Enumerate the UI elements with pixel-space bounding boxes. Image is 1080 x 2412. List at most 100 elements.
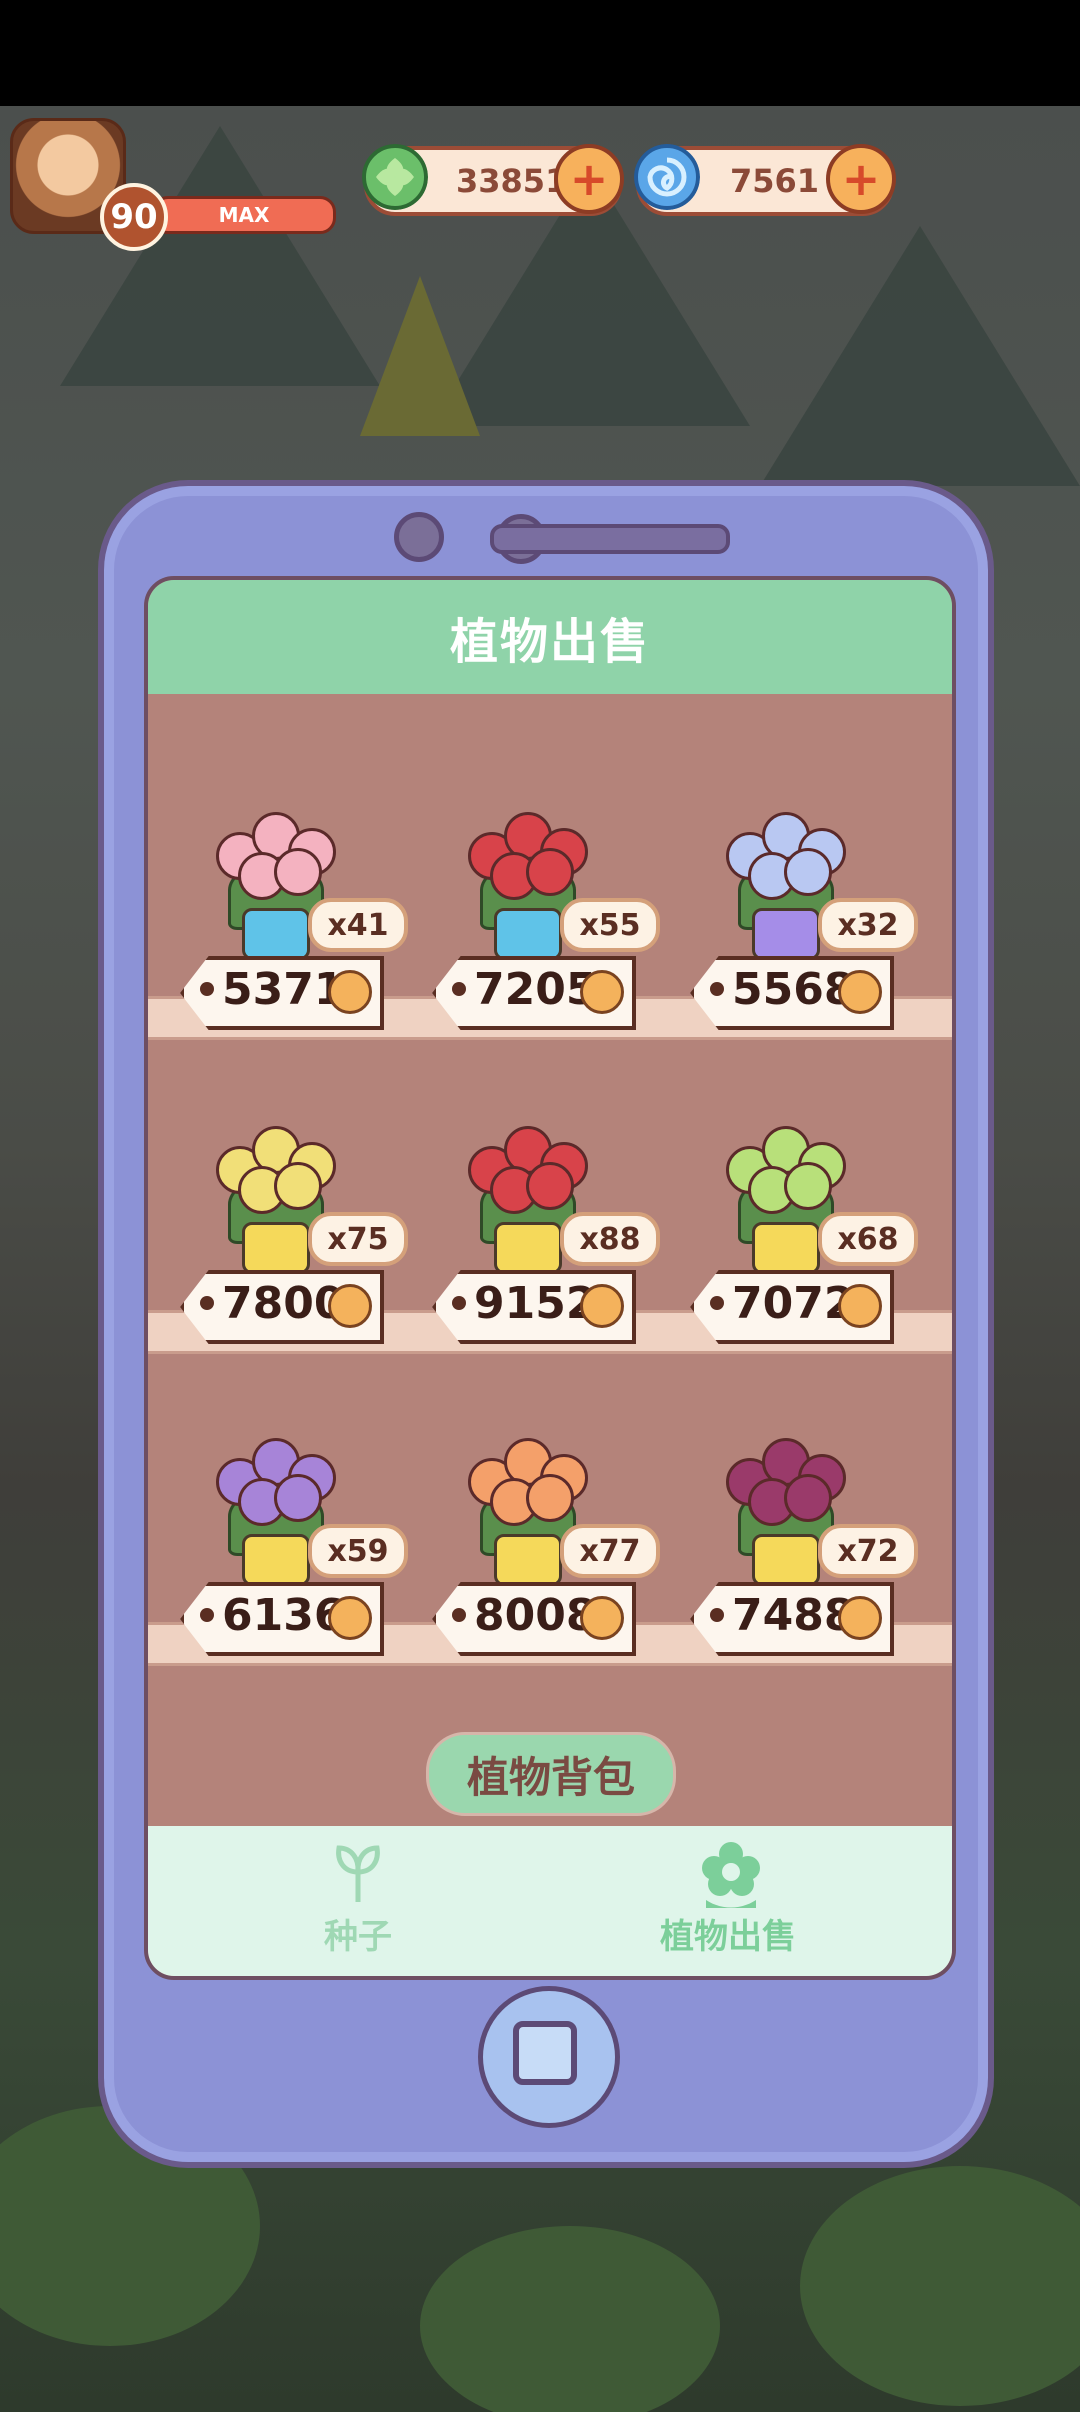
tag-hole xyxy=(200,1296,214,1310)
plant-price: 6136 xyxy=(222,1590,345,1641)
ribbon-bow xyxy=(752,908,820,960)
tag-hole xyxy=(452,1608,466,1622)
phone-screen: 植物出售 x41 5371 x55 7205 x32 5568 x75 7800 x88 9152… xyxy=(144,576,956,1980)
plant-price: 5568 xyxy=(732,964,855,1015)
plant-bag-label: 植物背包 xyxy=(466,1752,635,1802)
screen-header: 植物出售 xyxy=(148,580,952,694)
price-tag-content: 7205 xyxy=(432,956,628,1022)
tag-hole xyxy=(200,1608,214,1622)
coin-icon xyxy=(580,1596,624,1640)
coin-icon xyxy=(838,1284,882,1328)
plant-price: 9152 xyxy=(474,1278,597,1329)
swirl-icon xyxy=(634,144,700,210)
tag-hole xyxy=(710,982,724,996)
plant-item[interactable]: x88 9152 xyxy=(400,1102,660,1344)
tab-seeds-label: 种子 xyxy=(324,1917,392,1957)
currency-blue-value: 7561 xyxy=(730,162,820,200)
price-tag-content: 6136 xyxy=(180,1582,376,1648)
plant-count: x32 xyxy=(818,898,918,952)
flower-head xyxy=(274,1162,322,1210)
add-blue-currency-button[interactable]: + xyxy=(826,144,896,214)
price-tag-content: 7800 xyxy=(180,1270,376,1336)
level-progress-bar: MAX xyxy=(152,196,336,234)
tab-plant-sale[interactable]: 植物出售 xyxy=(578,1826,878,1976)
tag-hole xyxy=(452,982,466,996)
tab-bar: 种子 植物出售 xyxy=(148,1826,952,1976)
plant-price: 7488 xyxy=(732,1590,855,1641)
price-tag-content: 5371 xyxy=(180,956,376,1022)
currency-green-value: 33851 xyxy=(456,162,568,200)
plant-item[interactable]: x68 7072 xyxy=(658,1102,918,1344)
plant-item[interactable]: x32 5568 xyxy=(658,788,918,1030)
ribbon-bow xyxy=(494,1222,562,1274)
coin-icon xyxy=(838,1596,882,1640)
tab-plant-sale-label: 植物出售 xyxy=(660,1917,796,1957)
bush xyxy=(800,2166,1080,2406)
plant-item[interactable]: x72 7488 xyxy=(658,1414,918,1656)
flower-head xyxy=(526,1162,574,1210)
price-tag-content: 7072 xyxy=(690,1270,886,1336)
plant-item[interactable]: x77 8008 xyxy=(400,1414,660,1656)
price-tag-content: 8008 xyxy=(432,1582,628,1648)
plant-count: x77 xyxy=(560,1524,660,1578)
plant-count: x55 xyxy=(560,898,660,952)
add-green-currency-button[interactable]: + xyxy=(554,144,624,214)
tag-hole xyxy=(710,1296,724,1310)
page-title: 植物出售 xyxy=(449,614,650,670)
tag-hole xyxy=(452,1296,466,1310)
flower-head xyxy=(784,848,832,896)
flower-head xyxy=(274,848,322,896)
bush xyxy=(420,2226,720,2412)
coin-icon xyxy=(328,1284,372,1328)
home-square-icon xyxy=(513,2021,577,2085)
price-tag-content: 5568 xyxy=(690,956,886,1022)
flower-head xyxy=(784,1162,832,1210)
plant-item[interactable]: x59 6136 xyxy=(148,1414,408,1656)
currency-blue: 7561 + xyxy=(634,144,896,216)
plant-item[interactable]: x55 7205 xyxy=(400,788,660,1030)
plant-count: x72 xyxy=(818,1524,918,1578)
plant-item[interactable]: x41 5371 xyxy=(148,788,408,1030)
clover-icon xyxy=(362,144,428,210)
tag-hole xyxy=(710,1608,724,1622)
level-bar-text: MAX xyxy=(218,203,270,227)
flower-head xyxy=(526,848,574,896)
tent xyxy=(360,276,480,436)
phone-panel: 植物出售 x41 5371 x55 7205 x32 5568 x75 7800 x88 9152… xyxy=(98,480,994,2168)
coin-icon xyxy=(580,970,624,1014)
coin-icon xyxy=(838,970,882,1014)
pine-tree xyxy=(760,226,1080,486)
plant-count: x59 xyxy=(308,1524,408,1578)
plant-price: 7072 xyxy=(732,1278,855,1329)
plant-item[interactable]: x75 7800 xyxy=(148,1102,408,1344)
status-bar xyxy=(0,0,1080,106)
plant-count: x68 xyxy=(818,1212,918,1266)
flower-head xyxy=(784,1474,832,1522)
ribbon-bow xyxy=(752,1222,820,1274)
flower-head xyxy=(526,1474,574,1522)
price-tag-content: 9152 xyxy=(432,1270,628,1336)
plant-price: 5371 xyxy=(222,964,345,1015)
plant-bag-button[interactable]: 植物背包 xyxy=(426,1732,676,1816)
ribbon-bow xyxy=(242,1534,310,1586)
coin-icon xyxy=(328,970,372,1014)
ribbon-bow xyxy=(242,908,310,960)
tag-hole xyxy=(200,982,214,996)
plant-price: 8008 xyxy=(474,1590,597,1641)
price-tag-content: 7488 xyxy=(690,1582,886,1648)
phone-camera-dot xyxy=(394,512,444,562)
ribbon-bow xyxy=(242,1222,310,1274)
tab-seeds[interactable]: 种子 xyxy=(208,1826,508,1976)
currency-green: 33851 + xyxy=(362,144,624,216)
level-badge: 90 xyxy=(100,183,168,251)
level-number: 90 xyxy=(110,197,158,237)
phone-home-button[interactable] xyxy=(478,1986,620,2128)
plant-count: x88 xyxy=(560,1212,660,1266)
phone-speaker xyxy=(490,524,730,554)
ribbon-bow xyxy=(494,908,562,960)
flower-icon xyxy=(702,1842,760,1908)
ribbon-bow xyxy=(752,1534,820,1586)
plant-price: 7800 xyxy=(222,1278,345,1329)
coin-icon xyxy=(328,1596,372,1640)
ribbon-bow xyxy=(494,1534,562,1586)
